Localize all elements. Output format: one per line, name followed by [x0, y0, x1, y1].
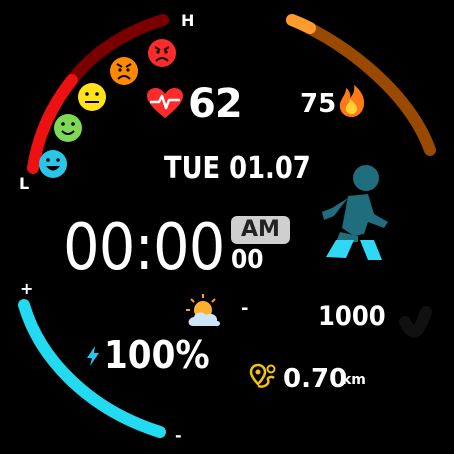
face-very-high-icon — [148, 39, 176, 67]
face-very-low-icon — [39, 150, 67, 178]
heart-rate-value: 62 — [188, 81, 243, 127]
battery-max-label: + — [20, 279, 34, 298]
walking-person-icon — [322, 165, 388, 260]
face-medium-icon — [78, 83, 106, 111]
partly-cloudy-icon — [186, 294, 220, 326]
seconds-text: 00 — [231, 245, 264, 275]
time-text: 00:00 — [63, 211, 225, 285]
battery-value: 100% — [104, 333, 210, 377]
weather-temperature: - — [241, 298, 249, 319]
am-pm-badge: AM — [231, 216, 290, 244]
battery-min-label: - — [175, 426, 182, 445]
distance-unit: km — [342, 372, 366, 388]
flame-icon — [339, 85, 365, 117]
calories-value: 75 — [300, 89, 337, 119]
steps-value: 1000 — [318, 301, 386, 332]
date-text: TUE 01.07 — [164, 151, 311, 186]
lightning-icon — [87, 346, 99, 366]
route-pin-icon — [249, 363, 276, 388]
watch-face: H L 62 75 TUE 01.07 00:00 AM 00 1000 - +… — [0, 0, 454, 454]
heart-pulse-icon — [147, 88, 183, 118]
face-low-icon — [54, 114, 82, 142]
face-high-icon — [110, 57, 138, 85]
distance-value: 0.70 — [283, 364, 348, 394]
